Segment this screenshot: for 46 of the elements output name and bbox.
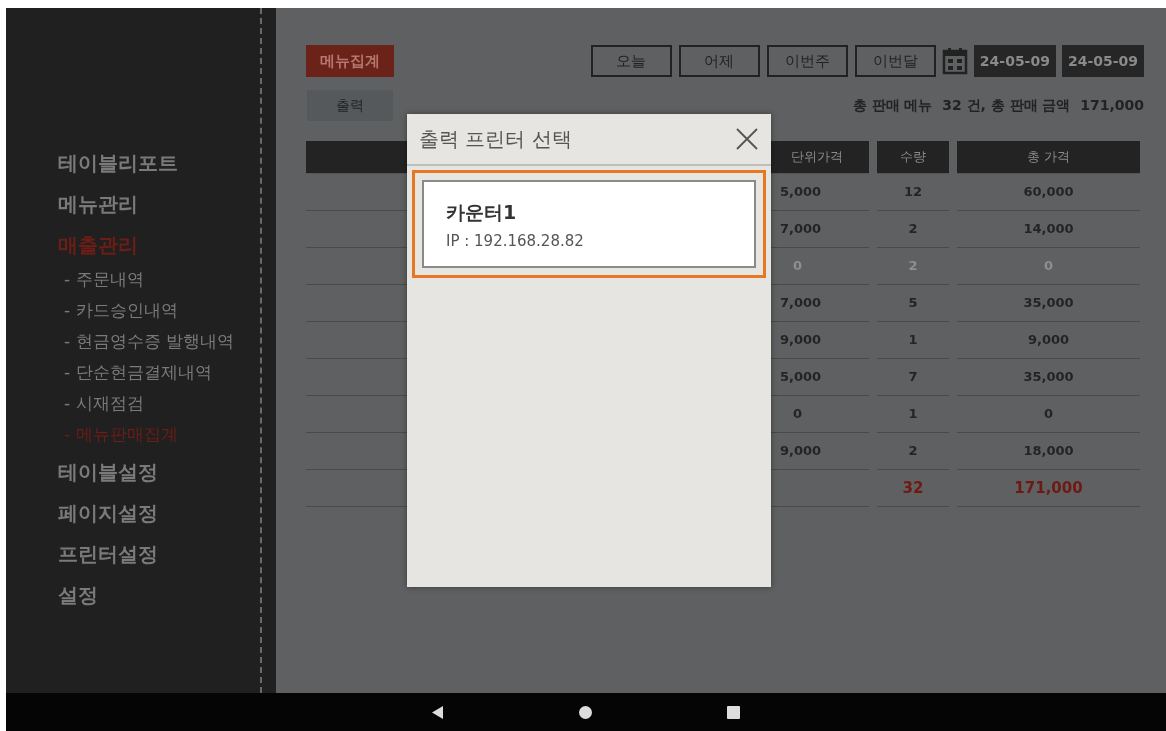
sidebar-item[interactable]: 테이블리포트 bbox=[58, 146, 178, 187]
table-cell: 2 bbox=[877, 211, 949, 248]
period-button[interactable]: 이번주 bbox=[766, 45, 848, 77]
table-cell: 5 bbox=[877, 285, 949, 322]
column-header: 총 가격 bbox=[957, 141, 1140, 174]
table-cell: 1 bbox=[877, 396, 949, 433]
dialog-title: 출력 프린터 선택 bbox=[419, 125, 573, 153]
start-date-field[interactable]: 24-05-09 bbox=[973, 45, 1056, 77]
table-cell: 0 bbox=[957, 396, 1140, 433]
sales-summary-text: 총 판매 메뉴 32 건, 총 판매 금액 171,000 bbox=[852, 96, 1144, 115]
table-cell: 1 bbox=[877, 322, 949, 359]
menu-summary-button[interactable]: 메뉴집계 bbox=[306, 45, 394, 77]
sidebar-subitem[interactable]: - 현금영수증 발행내역 bbox=[58, 327, 234, 358]
printer-option[interactable]: 카운터1 IP : 192.168.28.82 bbox=[412, 170, 766, 278]
table-cell: 14,000 bbox=[957, 211, 1140, 248]
end-date-field[interactable]: 24-05-09 bbox=[1061, 45, 1144, 77]
close-icon[interactable] bbox=[735, 127, 759, 151]
sidebar-item[interactable]: 메뉴관리 bbox=[58, 187, 138, 228]
period-button[interactable]: 이번달 bbox=[854, 45, 936, 77]
table-cell: 12 bbox=[877, 174, 949, 211]
table-cell: 35,000 bbox=[957, 285, 1140, 322]
column-header: 수량 bbox=[877, 141, 949, 174]
total-cell: 171,000 bbox=[957, 470, 1140, 507]
recents-icon[interactable] bbox=[727, 705, 740, 719]
printer-name: 카운터1 bbox=[446, 200, 517, 225]
table-cell: 9,000 bbox=[957, 322, 1140, 359]
sidebar-item[interactable]: 설정 bbox=[58, 578, 98, 619]
sidebar-item[interactable]: 테이블설정 bbox=[58, 455, 158, 496]
print-button[interactable]: 출력 bbox=[307, 90, 393, 121]
sidebar-subitem[interactable]: - 단순현금결제내역 bbox=[58, 358, 234, 389]
table-cell: 2 bbox=[877, 433, 949, 470]
sidebar-subitem[interactable]: - 카드승인내역 bbox=[58, 296, 234, 327]
sidebar-item[interactable]: 페이지설정 bbox=[58, 496, 158, 537]
sidebar-item[interactable]: 프린터설정 bbox=[58, 537, 158, 578]
calendar-icon[interactable] bbox=[941, 47, 968, 75]
table-cell: 35,000 bbox=[957, 359, 1140, 396]
back-icon[interactable] bbox=[432, 705, 444, 719]
printer-ip: IP : 192.168.28.82 bbox=[446, 232, 584, 250]
table-cell: 60,000 bbox=[957, 174, 1140, 211]
table-cell: 18,000 bbox=[957, 433, 1140, 470]
table-cell: 7 bbox=[877, 359, 949, 396]
sidebar-subitem[interactable]: - 시재점검 bbox=[58, 389, 234, 420]
period-button[interactable]: 오늘 bbox=[590, 45, 672, 77]
total-cell: 32 bbox=[877, 470, 949, 507]
period-button[interactable]: 어제 bbox=[678, 45, 760, 77]
home-icon[interactable] bbox=[579, 705, 592, 719]
